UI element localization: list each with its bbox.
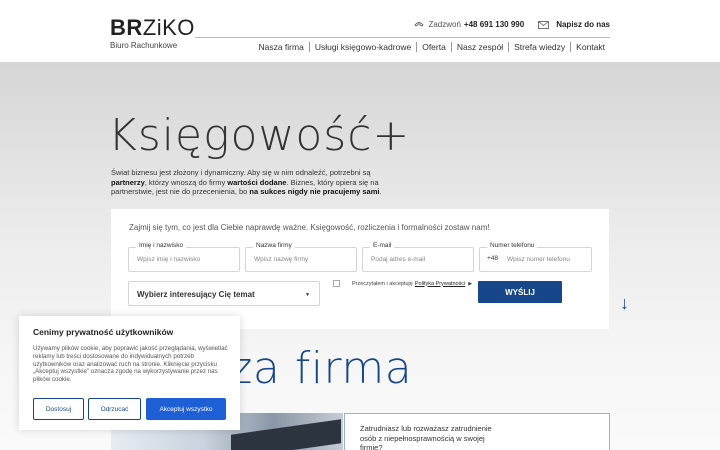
nav-item-uslugi[interactable]: Usługi księgowo-kadrowe bbox=[308, 42, 416, 52]
cookie-accept-button[interactable]: Akceptuj wszystko bbox=[146, 398, 226, 420]
phone-icon bbox=[414, 20, 428, 29]
consent-text: Przeczytałem i akceptuję bbox=[352, 280, 413, 287]
phone-prefix: +48 bbox=[487, 255, 499, 262]
nav-item-nasza-firma[interactable]: Nasza firma bbox=[253, 42, 308, 52]
logo-subtitle: Biuro Rachunkowe bbox=[110, 41, 178, 50]
cookie-title: Cenimy prywatność użytkowników bbox=[33, 327, 174, 337]
name-field[interactable]: Wpisz imię i nazwisko Imię i nazwisko bbox=[128, 242, 240, 280]
caret-right-icon: ▶ bbox=[468, 280, 473, 287]
topic-select[interactable]: Wybierz interesujący Cię temat ▼ bbox=[128, 281, 320, 306]
phone-label: Numer telefonu bbox=[487, 242, 538, 249]
email-field[interactable]: Podaj adres e-mail E-mail bbox=[362, 242, 474, 280]
logo-mark: BRZiKO bbox=[110, 15, 195, 40]
write-to-us-link[interactable]: Napisz do nas bbox=[538, 20, 610, 29]
topic-select-value: Wybierz interesujący Cię temat bbox=[137, 290, 255, 299]
submit-button[interactable]: WYŚLIJ bbox=[478, 281, 562, 303]
phone-link[interactable]: Zadzwoń +48 691 130 990 bbox=[414, 20, 524, 29]
nav-item-strefa-wiedzy[interactable]: Strefa wiedzy bbox=[508, 42, 570, 52]
mail-icon bbox=[538, 20, 553, 29]
phone-number: +48 691 130 990 bbox=[463, 20, 525, 29]
info-box: Zatrudniasz lub rozważasz zatrudnienie o… bbox=[344, 413, 610, 450]
caret-down-icon: ▼ bbox=[305, 292, 310, 298]
privacy-policy-link[interactable]: Polityka Prywatności bbox=[415, 281, 465, 287]
hero-text: Świat biznesu jest złożony i dynamiczny.… bbox=[111, 168, 382, 196]
company-input[interactable]: Wpisz nazwę firmy bbox=[245, 247, 357, 272]
company-field[interactable]: Wpisz nazwę firmy Nazwa firmy bbox=[245, 242, 357, 280]
email-input[interactable]: Podaj adres e-mail bbox=[362, 247, 474, 272]
nav-item-zespol[interactable]: Nasz zespół bbox=[450, 42, 508, 52]
nav-item-kontakt[interactable]: Kontakt bbox=[570, 42, 610, 52]
cookie-reject-button[interactable]: Odrzucać bbox=[88, 398, 141, 420]
call-label: Zadzwoń bbox=[428, 20, 461, 29]
name-input[interactable]: Wpisz imię i nazwisko bbox=[128, 247, 240, 272]
hero-title: Księgowość+ bbox=[108, 110, 411, 161]
phone-field[interactable]: Wpisz numer telefonu +48 Numer telefonu bbox=[479, 242, 592, 280]
cookie-body: Używamy plików cookie, aby poprawić jako… bbox=[33, 345, 228, 384]
site-header: BRZiKO Biuro Rachunkowe Zadzwoń +48 691 … bbox=[0, 0, 720, 62]
cookie-banner: Cenimy prywatność użytkowników Używamy p… bbox=[19, 316, 240, 430]
cookie-customize-button[interactable]: Dostosuj bbox=[33, 398, 84, 420]
info-box-text: Zatrudniasz lub rozważasz zatrudnienie o… bbox=[360, 424, 492, 450]
header-divider bbox=[195, 37, 610, 38]
scroll-down-icon[interactable]: ↓ bbox=[620, 293, 629, 314]
form-intro: Zajmij się tym, co jest dla Ciebie napra… bbox=[129, 223, 490, 232]
main-nav: Nasza firma Usługi księgowo-kadrowe Ofer… bbox=[253, 42, 610, 52]
tablet-image bbox=[231, 419, 341, 450]
email-label: E-mail bbox=[370, 242, 395, 249]
nav-item-oferta[interactable]: Oferta bbox=[416, 42, 451, 52]
company-label: Nazwa firmy bbox=[253, 242, 295, 249]
name-label: Imię i nazwisko bbox=[136, 242, 187, 249]
contact-form: Zajmij się tym, co jest dla Ciebie napra… bbox=[111, 209, 609, 329]
logo[interactable]: BRZiKO Biuro Rachunkowe bbox=[110, 15, 195, 51]
privacy-consent: Przeczytałem i akceptuję Polityka Prywat… bbox=[333, 280, 472, 287]
consent-checkbox[interactable] bbox=[333, 280, 340, 287]
write-label: Napisz do nas bbox=[556, 20, 610, 29]
top-contact: Zadzwoń +48 691 130 990 Napisz do nas bbox=[400, 20, 610, 29]
